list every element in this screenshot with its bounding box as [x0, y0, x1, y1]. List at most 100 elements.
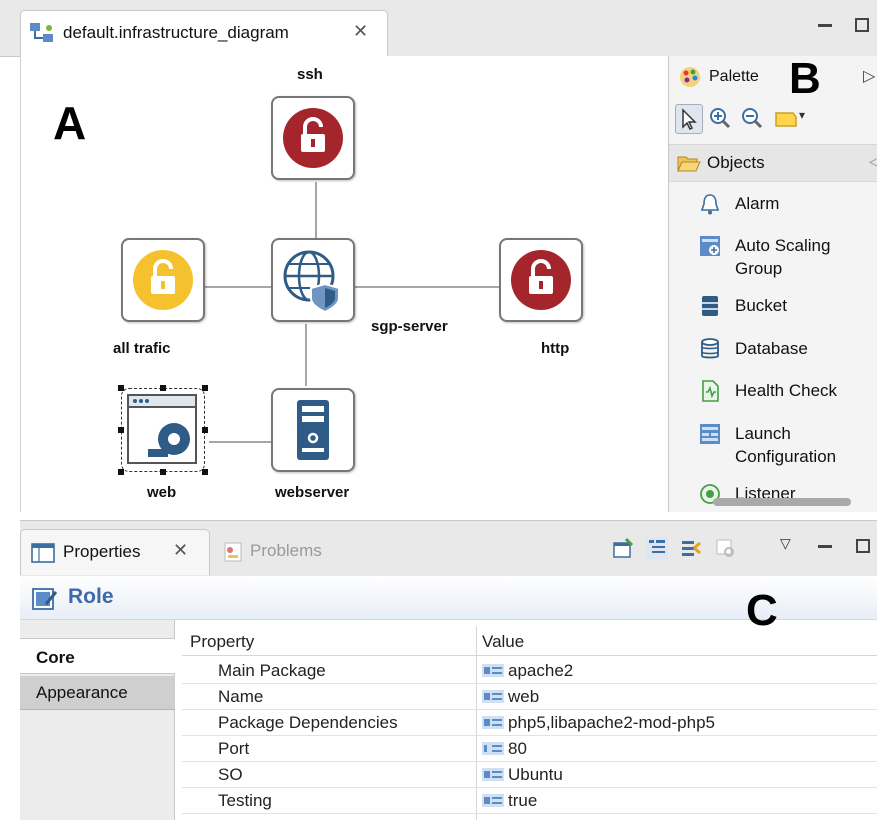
node-label-sgp-server: sgp-server: [371, 318, 448, 335]
side-tab-core[interactable]: Core: [20, 638, 175, 674]
palette-scrollbar[interactable]: [713, 498, 851, 506]
auto-scaling-icon: [700, 236, 720, 256]
table-row[interactable]: Main Package apache2: [182, 658, 877, 684]
editor-tab[interactable]: default.infrastructure_diagram ✕: [20, 10, 388, 56]
region-label-b: B: [789, 56, 821, 103]
property-value: apache2: [508, 661, 574, 680]
column-header-property[interactable]: Property: [190, 632, 254, 652]
connector-http: [355, 286, 499, 288]
property-value: php5,libapache2-mod-php5: [508, 713, 715, 732]
palette-collapse-icon[interactable]: ▷: [863, 66, 875, 86]
palette-drawer-label: Objects: [707, 153, 765, 172]
minimize-icon[interactable]: [818, 545, 832, 548]
minimize-icon[interactable]: [818, 24, 832, 27]
maximize-icon[interactable]: [855, 18, 869, 32]
note-tool-icon[interactable]: [773, 104, 799, 132]
maximize-icon[interactable]: [856, 539, 870, 553]
selection-handle[interactable]: [202, 385, 208, 391]
side-tab-appearance[interactable]: Appearance: [20, 676, 175, 710]
palette-item-label: Database: [735, 339, 808, 358]
node-web[interactable]: [118, 385, 208, 475]
unlock-red-icon: [283, 108, 343, 168]
selection-handle[interactable]: [118, 469, 124, 475]
connector-all-trafic: [205, 286, 271, 288]
table-row[interactable]: Package Dependencies php5,libapache2-mod…: [182, 710, 877, 736]
node-label-http: http: [541, 340, 570, 357]
editor-tab-title: default.infrastructure_diagram: [63, 23, 289, 42]
property-value: Ubuntu: [508, 765, 563, 784]
palette-item-label: Health Check: [735, 381, 838, 400]
globe-shield-icon: [283, 250, 340, 314]
properties-tab-bar: Properties ✕ Problems ▽: [20, 520, 877, 576]
server-tower-icon: [297, 400, 329, 460]
table-row[interactable]: SO Ubuntu: [182, 762, 877, 788]
tab-properties-close-icon[interactable]: ✕: [173, 540, 188, 561]
tab-problems-label: Problems: [250, 541, 322, 560]
editor-tab-bar: default.infrastructure_diagram ✕: [0, 0, 877, 57]
zoom-in-icon[interactable]: [707, 104, 733, 132]
restore-default-icon[interactable]: [714, 537, 736, 559]
selection-handle[interactable]: [160, 469, 166, 475]
integer-value-icon: [482, 742, 504, 755]
palette-icon: [680, 67, 700, 87]
property-name: Main Package: [218, 661, 326, 680]
property-name: Package Dependencies: [218, 713, 398, 732]
selection-handle[interactable]: [202, 469, 208, 475]
palette-item-label: Bucket: [735, 296, 787, 315]
side-tab-appearance-label: Appearance: [36, 683, 128, 702]
tab-properties-label: Properties: [63, 542, 141, 561]
connector-ssh: [315, 182, 317, 238]
connector-webserver: [305, 324, 307, 386]
column-header-value[interactable]: Value: [482, 632, 524, 652]
bell-icon: [700, 194, 720, 215]
table-row[interactable]: Name web: [182, 684, 877, 710]
palette-header: Palette B ▷: [669, 56, 877, 103]
palette-panel: Palette B ▷ ▾ Objects ◁ Alarm Auto Scali…: [668, 56, 877, 512]
pin-view-icon[interactable]: [612, 537, 634, 559]
string-value-icon: [482, 768, 504, 781]
view-menu-icon[interactable]: ▽: [780, 535, 791, 552]
node-http[interactable]: [499, 238, 583, 322]
bucket-icon: [702, 296, 718, 316]
chevron-down-icon[interactable]: ▾: [799, 108, 805, 122]
table-row[interactable]: Port 80: [182, 736, 877, 762]
web-app-gear-icon: [127, 394, 197, 464]
palette-title: Palette: [709, 68, 759, 85]
property-value: true: [508, 791, 538, 810]
selection-handle[interactable]: [202, 427, 208, 433]
editor-tab-close-icon[interactable]: ✕: [353, 21, 368, 42]
table-row[interactable]: Testing true: [182, 788, 877, 814]
zoom-out-icon[interactable]: [739, 104, 765, 132]
selection-handle[interactable]: [118, 427, 124, 433]
property-name: Testing: [218, 791, 272, 810]
properties-view-icon: [31, 543, 55, 563]
tab-properties[interactable]: Properties ✕: [20, 529, 210, 575]
selection-handle[interactable]: [118, 385, 124, 391]
diagram-canvas[interactable]: A ssh all trafic sgp-server http web web…: [20, 56, 669, 512]
selection-handle[interactable]: [160, 385, 166, 391]
node-all-trafic[interactable]: [121, 238, 205, 322]
show-categories-icon[interactable]: [646, 537, 668, 559]
section-title: Role: [68, 585, 114, 608]
property-name: SO: [218, 765, 243, 784]
palette-item-label: Alarm: [735, 194, 780, 213]
node-label-all-trafic: all trafic: [113, 340, 171, 357]
palette-drawer-objects[interactable]: Objects ◁: [669, 144, 877, 182]
node-webserver[interactable]: [271, 388, 355, 472]
property-value: web: [508, 687, 540, 706]
side-tab-core-label: Core: [36, 648, 75, 667]
select-tool-icon[interactable]: [675, 104, 703, 134]
node-sgp-server[interactable]: [271, 238, 355, 322]
drawer-toggle-icon[interactable]: ◁: [869, 153, 877, 170]
node-ssh[interactable]: [271, 96, 355, 180]
tab-problems[interactable]: Problems: [216, 529, 366, 575]
palette-toolbar: ▾: [669, 100, 877, 138]
property-name: Port: [218, 739, 250, 758]
problems-icon: [224, 542, 242, 562]
show-advanced-icon[interactable]: [680, 537, 702, 559]
unlock-yellow-icon: [133, 250, 193, 310]
unlock-red-icon: [511, 250, 571, 310]
properties-side-tabs: Core Appearance: [20, 620, 175, 820]
database-icon: [701, 338, 719, 359]
node-label-web: web: [147, 484, 177, 501]
